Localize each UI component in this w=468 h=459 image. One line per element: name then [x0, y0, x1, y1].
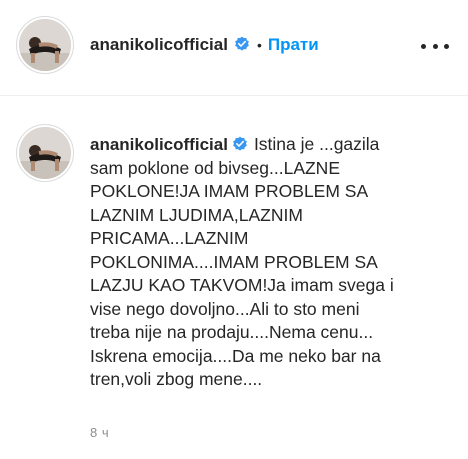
caption-text-line: treba nije na prodaju....Nema cenu...	[90, 322, 374, 342]
post-timestamp[interactable]: 8 ч	[90, 425, 109, 440]
caption-text-line: tren,voli zbog mene....	[90, 369, 263, 389]
post-header: ananikolicofficial • Прати	[0, 0, 468, 96]
profile-photo-icon	[19, 127, 71, 179]
caption-text-line: vise nego dovoljno...Ali to sto meni	[90, 298, 360, 319]
caption-text-line: sam poklone od bivseg...LAZNE	[90, 157, 340, 178]
caption-username[interactable]: ananikolicofficial	[90, 135, 228, 154]
separator-dot: •	[256, 37, 262, 53]
caption-line-1: ananikolicofficial Istina je ...gazila	[90, 133, 450, 157]
header-username[interactable]: ananikolicofficial	[90, 35, 228, 55]
caption-text-line: Istina je ...gazila	[253, 134, 380, 154]
caption-text-line: POKLONE!JA IMAM PROBLEM SA	[90, 181, 369, 201]
avatar[interactable]	[19, 19, 71, 71]
caption-avatar-ring[interactable]	[16, 124, 74, 182]
follow-button[interactable]: Прати	[268, 35, 319, 55]
caption-text: ananikolicofficial Istina je ...gazila sa…	[90, 133, 450, 392]
more-options-icon[interactable]	[421, 36, 449, 56]
caption-text-line: POKLONIMA....IMAM PROBLEM SA	[90, 251, 378, 272]
caption-text-line: LAZJU KAO TAKVOM!Ja imam svega i	[90, 275, 394, 295]
caption-text-line: LAZNIM LJUDIMA,LAZNIM	[90, 204, 303, 225]
avatar-ring[interactable]	[16, 16, 74, 74]
verified-badge-icon	[228, 36, 250, 55]
caption-avatar[interactable]	[19, 127, 71, 179]
profile-photo-icon	[19, 19, 71, 71]
verified-badge-icon	[232, 134, 254, 154]
header-user-line: ananikolicofficial • Прати	[90, 34, 319, 56]
caption-text-line: Iskrena emocija....Da me neko bar na	[90, 345, 381, 366]
caption-text-line: PRICAMA...LAZNIM	[90, 228, 249, 248]
